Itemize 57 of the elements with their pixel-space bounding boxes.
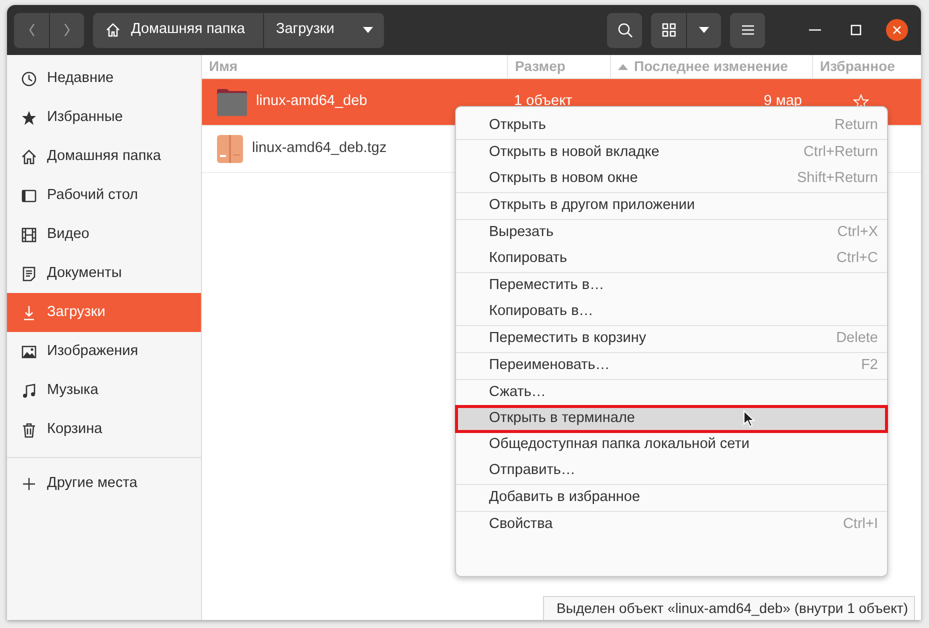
forward-icon [62, 22, 72, 38]
home-icon [21, 148, 37, 164]
minimize-icon [809, 29, 821, 31]
star-icon [21, 110, 37, 126]
status-bar: Выделен объект «linux-amd64_deb» (внутри 1 объект) [542, 596, 915, 620]
document-icon [21, 266, 37, 282]
grid-icon [662, 23, 676, 37]
mouse-pointer-icon [743, 410, 755, 428]
menu-item[interactable]: Сжать… [456, 380, 887, 406]
image-icon [21, 344, 37, 360]
menu-icon [740, 24, 754, 36]
menu-item[interactable]: Переместить в… [456, 273, 887, 299]
sidebar-item[interactable]: Видео [7, 215, 201, 254]
sidebar-item[interactable]: Корзина [7, 410, 201, 449]
menu-item[interactable]: Копировать в… [456, 299, 887, 325]
menu-item[interactable]: Открыть в новой вкладке Ctrl+Return [456, 140, 887, 166]
close-icon [886, 19, 908, 41]
clock-icon [21, 70, 37, 86]
caret-icon [698, 26, 710, 34]
desktop-icon [21, 188, 37, 204]
sidebar-item[interactable]: Музыка [7, 371, 201, 410]
menu-item[interactable]: Общедоступная папка локальной сети [456, 432, 887, 458]
plus-icon [21, 476, 37, 492]
package-icon [216, 134, 244, 164]
sidebar-item[interactable]: Недавние [7, 59, 201, 98]
menu-item[interactable]: Переименовать… F2 [456, 353, 887, 379]
menu-item[interactable]: Переместить в корзину Delete [456, 326, 887, 352]
maximize-icon [850, 24, 862, 36]
sidebar-item[interactable]: Изображения [7, 332, 201, 371]
menu-item[interactable]: Свойства Ctrl+I [456, 512, 887, 538]
menu-item[interactable]: Открыть в другом приложении [456, 193, 887, 219]
back-icon [26, 22, 36, 38]
folder-icon [216, 87, 248, 117]
menu-item[interactable]: Открыть в новом окне Shift+Return [456, 166, 887, 192]
menu-item[interactable]: Добавить в избранное [456, 485, 887, 511]
sidebar-item[interactable]: Рабочий стол [7, 176, 201, 215]
menu-item[interactable]: Отправить… [456, 458, 887, 484]
file-name: linux-amd64_deb [256, 92, 368, 112]
path-crumb[interactable]: Загрузки [262, 12, 384, 48]
film-icon [21, 226, 37, 242]
music-icon [21, 382, 37, 398]
file-name: linux-amd64_deb.tgz [252, 139, 387, 158]
search-icon [616, 22, 632, 38]
path-crumb[interactable]: Домашняя папка [93, 12, 263, 48]
sidebar-item[interactable]: Другие места [7, 464, 201, 503]
download-icon [21, 304, 37, 320]
menu-item[interactable]: Вырезать Ctrl+X [456, 220, 887, 246]
sidebar-item[interactable]: Избранные [7, 98, 201, 137]
caret-icon [362, 26, 374, 34]
trash-icon [21, 422, 37, 438]
home-icon [105, 22, 121, 38]
menu-item[interactable]: Копировать Ctrl+C [456, 246, 887, 272]
sidebar-item[interactable]: Документы [7, 254, 201, 293]
file-date: 9 мар [764, 93, 802, 110]
menu-item[interactable]: Открыть в терминале [456, 406, 887, 432]
sidebar-item[interactable]: Домашняя папка [7, 137, 201, 176]
file-size: 1 объект [514, 93, 572, 110]
